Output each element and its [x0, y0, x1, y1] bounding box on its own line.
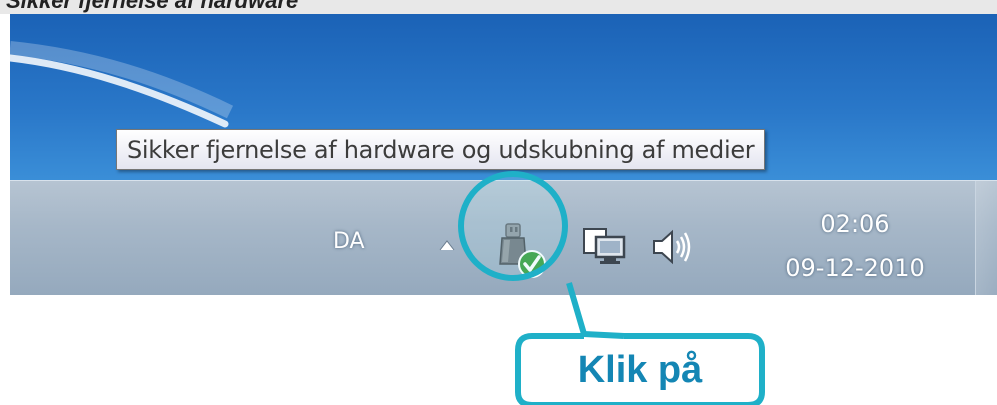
- page-heading-text: Sikker fjernelse af hardware: [6, 0, 299, 13]
- language-indicator[interactable]: DA: [333, 229, 365, 254]
- tooltip-text: Sikker fjernelse af hardware og udskubni…: [127, 135, 755, 164]
- click-here-callout: Klik på: [516, 336, 764, 405]
- show-desktop-button[interactable]: [975, 181, 997, 295]
- network-icon[interactable]: [582, 225, 630, 269]
- clock-time: 02:06: [820, 210, 890, 238]
- show-hidden-icons-arrow-icon[interactable]: [438, 237, 456, 253]
- usb-safely-remove-icon[interactable]: [492, 220, 554, 282]
- callout-label: Klik på: [577, 349, 703, 391]
- taskbar: DA 02:06 09-12-2010: [10, 180, 997, 295]
- volume-icon[interactable]: [648, 227, 694, 267]
- taskbar-clock[interactable]: 02:06 09-12-2010: [750, 209, 960, 283]
- safely-remove-tooltip: Sikker fjernelse af hardware og udskubni…: [116, 129, 766, 170]
- page-heading: Sikker fjernelse af hardware: [0, 0, 997, 14]
- taskbar-screenshot: Sikker fjernelse af hardware og udskubni…: [10, 14, 997, 295]
- clock-date: 09-12-2010: [785, 254, 925, 282]
